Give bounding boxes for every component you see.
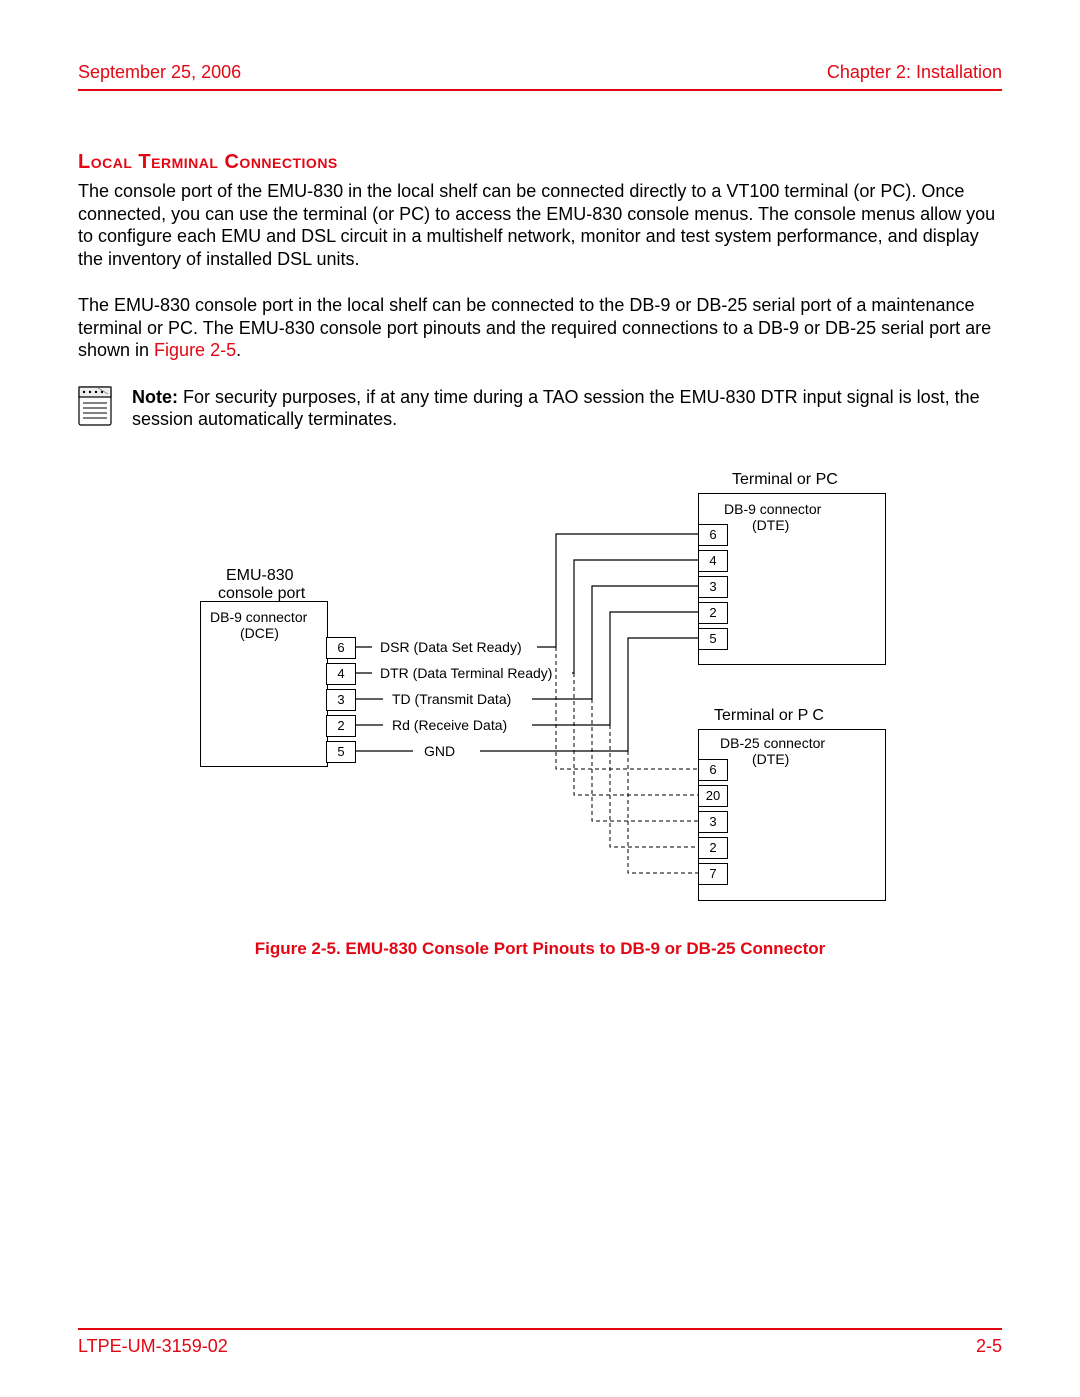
emu-pin-5: 5 bbox=[326, 741, 356, 763]
db25-conn-1: DB-25 connector bbox=[720, 735, 825, 751]
db25-pin-6: 6 bbox=[698, 759, 728, 781]
note-block: Note: For security purposes, if at any t… bbox=[78, 386, 1002, 431]
emu-title-1: EMU-830 bbox=[226, 567, 294, 585]
paragraph-1: The console port of the EMU-830 in the l… bbox=[78, 180, 1002, 270]
emu-title-2: console port bbox=[218, 585, 305, 603]
pinout-diagram: EMU-830 console port DB-9 connector (DCE… bbox=[140, 471, 940, 911]
db25-pin-2: 2 bbox=[698, 837, 728, 859]
signal-gnd: GND bbox=[424, 743, 455, 759]
figure-caption: Figure 2-5. EMU-830 Console Port Pinouts… bbox=[78, 939, 1002, 959]
signal-rd: Rd (Receive Data) bbox=[392, 717, 507, 733]
emu-pin-2: 2 bbox=[326, 715, 356, 737]
emu-pin-4: 4 bbox=[326, 663, 356, 685]
db25-conn-2: (DTE) bbox=[752, 751, 789, 767]
section-title: Local Terminal Connections bbox=[78, 151, 1002, 174]
db25-pin-20: 20 bbox=[698, 785, 728, 807]
emu-conn-1: DB-9 connector bbox=[210, 609, 307, 625]
header-chapter: Chapter 2: Installation bbox=[827, 62, 1002, 83]
paragraph-2: The EMU-830 console port in the local sh… bbox=[78, 294, 1002, 362]
page-header: September 25, 2006 Chapter 2: Installati… bbox=[78, 62, 1002, 91]
note-icon bbox=[78, 386, 112, 426]
db9-pin-5: 5 bbox=[698, 628, 728, 650]
paragraph-2b: . bbox=[236, 340, 241, 360]
emu-conn-2: (DCE) bbox=[240, 625, 279, 641]
footer-page: 2-5 bbox=[976, 1336, 1002, 1357]
note-label: Note: bbox=[132, 387, 178, 407]
db9-title: Terminal or PC bbox=[732, 471, 838, 489]
page-footer: LTPE-UM-3159-02 2-5 bbox=[78, 1328, 1002, 1357]
signal-dtr: DTR (Data Terminal Ready) bbox=[380, 665, 552, 681]
db25-pin-7: 7 bbox=[698, 863, 728, 885]
db9-conn-1: DB-9 connector bbox=[724, 501, 821, 517]
footer-doc: LTPE-UM-3159-02 bbox=[78, 1336, 228, 1357]
signal-td: TD (Transmit Data) bbox=[392, 691, 511, 707]
db25-title: Terminal or P C bbox=[714, 707, 824, 725]
db9-pin-6: 6 bbox=[698, 524, 728, 546]
db9-pin-2: 2 bbox=[698, 602, 728, 624]
db9-pin-3: 3 bbox=[698, 576, 728, 598]
note-body: For security purposes, if at any time du… bbox=[132, 387, 980, 430]
signal-dsr: DSR (Data Set Ready) bbox=[380, 639, 522, 655]
db25-pin-3: 3 bbox=[698, 811, 728, 833]
emu-pin-6: 6 bbox=[326, 637, 356, 659]
db9-conn-2: (DTE) bbox=[752, 517, 789, 533]
figure-link[interactable]: Figure 2-5 bbox=[154, 340, 236, 360]
db9-pin-4: 4 bbox=[698, 550, 728, 572]
note-text: Note: For security purposes, if at any t… bbox=[132, 386, 1002, 431]
header-date: September 25, 2006 bbox=[78, 62, 241, 83]
emu-pin-3: 3 bbox=[326, 689, 356, 711]
